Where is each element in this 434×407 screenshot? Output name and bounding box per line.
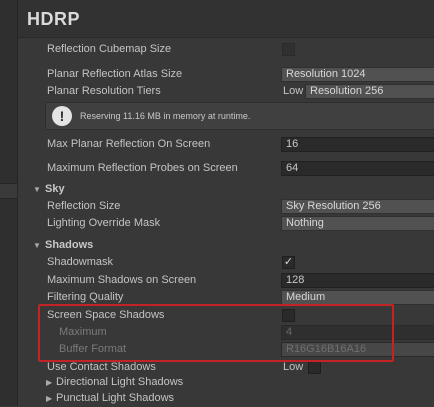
punctual-shadows-label: Punctual Light Shadows bbox=[56, 392, 175, 404]
contact-shadows-checkbox[interactable] bbox=[308, 361, 321, 374]
inspector-panel: HDRP Reflection Cubemap Size Planar Refl… bbox=[18, 0, 434, 406]
chevron-right-icon: ▶ bbox=[46, 394, 53, 403]
max-probes-label: Maximum Reflection Probes on Screen bbox=[47, 162, 238, 174]
reflection-size-label: Reflection Size bbox=[47, 200, 121, 212]
row-max-planar: Max Planar Reflection On Screen 16 bbox=[18, 136, 434, 153]
sky-section-label: Sky bbox=[45, 183, 65, 195]
chevron-down-icon: ▼ bbox=[33, 185, 41, 194]
memory-info-message: Reserving 11.16 MB in memory at runtime. bbox=[80, 111, 251, 121]
lighting-override-mask-label: Lighting Override Mask bbox=[47, 217, 161, 229]
max-shadows-label: Maximum Shadows on Screen bbox=[47, 274, 197, 286]
left-panel-selection bbox=[0, 183, 17, 199]
directional-shadows-label: Directional Light Shadows bbox=[56, 376, 184, 388]
row-max-shadows: Maximum Shadows on Screen 128 bbox=[18, 272, 434, 289]
row-lighting-override-mask: Lighting Override Mask Nothing bbox=[18, 215, 434, 232]
row-reflection-size: Reflection Size Sky Resolution 256 bbox=[18, 198, 434, 215]
planar-tiers-level[interactable]: Low bbox=[283, 83, 303, 100]
section-directional-light-shadows[interactable]: ▶ Directional Light Shadows bbox=[18, 374, 434, 391]
reflection-cubemap-size-checkbox[interactable] bbox=[282, 43, 295, 56]
left-panel-strip bbox=[0, 0, 18, 406]
filtering-quality-dropdown[interactable]: Medium bbox=[281, 290, 434, 305]
reflection-size-dropdown[interactable]: Sky Resolution 256 bbox=[281, 199, 434, 214]
lighting-override-mask-dropdown[interactable]: Nothing bbox=[281, 216, 434, 231]
max-planar-input[interactable]: 16 bbox=[281, 137, 434, 152]
planar-tiers-dropdown[interactable]: Resolution 256 bbox=[305, 84, 434, 99]
row-planar-resolution-tiers: Planar Resolution Tiers Low Resolution 2… bbox=[18, 83, 434, 100]
row-shadowmask: Shadowmask ✓ bbox=[18, 254, 434, 271]
row-reflection-cubemap-size: Reflection Cubemap Size bbox=[18, 41, 434, 58]
planar-atlas-size-dropdown[interactable]: Resolution 1024 bbox=[281, 67, 434, 82]
section-shadows[interactable]: ▼ Shadows bbox=[18, 237, 434, 254]
shadowmask-label: Shadowmask bbox=[47, 256, 114, 268]
row-max-probes: Maximum Reflection Probes on Screen 64 bbox=[18, 160, 434, 177]
reflection-cubemap-size-label: Reflection Cubemap Size bbox=[47, 43, 172, 55]
max-probes-input[interactable]: 64 bbox=[281, 161, 434, 176]
planar-atlas-size-label: Planar Reflection Atlas Size bbox=[47, 68, 183, 80]
chevron-down-icon: ▼ bbox=[33, 241, 41, 250]
shadows-section-label: Shadows bbox=[45, 239, 94, 251]
page-title: HDRP bbox=[27, 9, 81, 29]
max-shadows-input[interactable]: 128 bbox=[281, 273, 434, 288]
max-planar-label: Max Planar Reflection On Screen bbox=[47, 138, 211, 150]
section-sky[interactable]: ▼ Sky bbox=[18, 181, 434, 198]
chevron-right-icon: ▶ bbox=[46, 378, 53, 387]
shadowmask-checkbox[interactable]: ✓ bbox=[282, 256, 295, 269]
warning-icon: ! bbox=[52, 106, 72, 126]
planar-tiers-label: Planar Resolution Tiers bbox=[47, 85, 161, 97]
section-punctual-light-shadows[interactable]: ▶ Punctual Light Shadows bbox=[18, 390, 434, 407]
panel-header: HDRP bbox=[18, 0, 434, 38]
memory-info-box: ! Reserving 11.16 MB in memory at runtim… bbox=[45, 102, 434, 130]
screen-space-shadows-highlight bbox=[38, 304, 394, 362]
row-planar-atlas-size: Planar Reflection Atlas Size Resolution … bbox=[18, 66, 434, 83]
